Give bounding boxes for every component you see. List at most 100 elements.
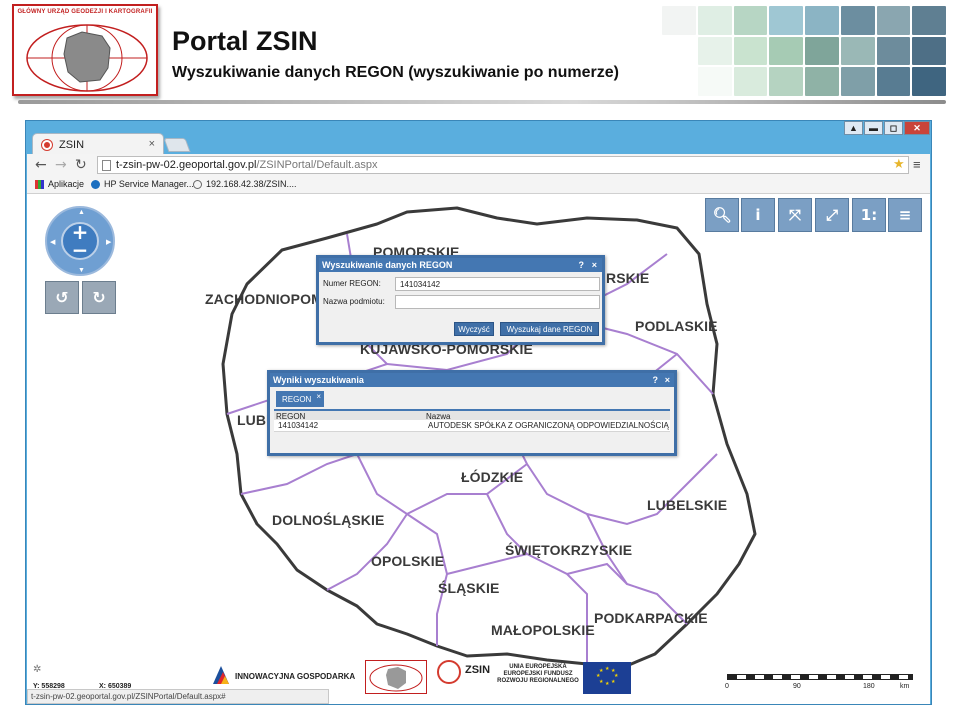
close-window-button[interactable]: ✕ [904, 121, 930, 135]
innowacyjna-gospodarka-logo-icon [211, 664, 231, 686]
logo-text: GŁÓWNY URZĄD GEODEZJI I KARTOGRAFII [17, 9, 153, 15]
status-bar-url: t-zsin-pw-02.geoportal.gov.pl/ZSINPortal… [27, 689, 329, 704]
eu-flag-icon: ★ ★ ★ ★ ★ ★ ★ ★ [583, 662, 631, 694]
scale-button[interactable]: 1: [852, 198, 886, 232]
search-regon-button[interactable]: Wyszukaj dane REGON [500, 322, 599, 336]
region-swietokrzyskie: ŚWIĘTOKRZYSKIE [505, 542, 633, 558]
bookmark-label: Aplikacje [48, 179, 85, 189]
rotate-right-button[interactable]: ↻ [82, 281, 116, 314]
dialog-body: Numer REGON: 141034142 Nazwa podmiotu: W… [319, 272, 602, 342]
dialog-titlebar: Wyniki wyszukiwania ? × [270, 373, 674, 387]
minimize-button[interactable]: ▬ [864, 121, 883, 135]
innowacyjna-gospodarka-text: INNOWACYJNA GOSPODARKA [235, 672, 356, 681]
region-podlaskie: PODLASKIE [635, 318, 718, 334]
scale-label: 90 [793, 683, 801, 690]
close-icon[interactable]: × [592, 260, 597, 270]
clear-button[interactable]: Wyczyść [454, 322, 494, 336]
pan-left-icon[interactable]: ◀ [50, 238, 55, 246]
pan-down-icon[interactable]: ▼ [78, 267, 85, 274]
tab-close-icon[interactable]: × [149, 138, 155, 150]
back-arrow-icon[interactable]: ← [35, 157, 47, 173]
help-icon[interactable]: ? [579, 260, 585, 270]
url-host: t-zsin-pw-02.geoportal.gov.pl [116, 159, 257, 171]
pan-zoom-control[interactable]: ▲ ▼ ◀ ▶ + − [45, 206, 115, 276]
close-icon[interactable]: × [665, 375, 670, 385]
table-row[interactable]: 141034142 AUTODESK SPÓŁKA Z OGRANICZONĄ … [274, 420, 670, 432]
tab-title: ZSIN [59, 139, 85, 151]
regon-input[interactable]: 141034142 [395, 277, 600, 291]
tab-close-icon[interactable]: × [316, 392, 321, 401]
url-path: /ZSINPortal/Default.aspx [256, 159, 378, 171]
dialog-body: REGON × REGON Nazwa 141034142 AUTODESK S… [270, 387, 674, 453]
tab-regon[interactable]: REGON × [276, 391, 324, 407]
info-tool-button[interactable]: i [741, 198, 775, 232]
scale-label: km [900, 683, 910, 690]
hp-icon [91, 179, 100, 189]
cell-regon: 141034142 [278, 421, 319, 430]
regon-search-dialog: Wyszukiwanie danych REGON ? × Numer REGO… [316, 255, 605, 345]
zsin-favicon-icon [42, 140, 52, 150]
profile-button[interactable]: ▲ [844, 121, 863, 135]
svg-text:★: ★ [611, 679, 616, 685]
eu-fund-text: UNIA EUROPEJSKA EUROPEJSKI FUNDUSZ ROZWO… [497, 664, 579, 684]
scale-label: 0 [725, 683, 729, 690]
bookmark-label: 192.168.42.38/ZSIN.... [206, 179, 297, 189]
scale-label: 180 [863, 683, 875, 690]
zsin-logo-text: ZSIN [465, 664, 491, 676]
search-page-icon [193, 179, 202, 189]
bookmark-label: HP Service Manager... [104, 179, 194, 189]
regon-label: Numer REGON: [323, 279, 381, 288]
search-tool-button[interactable]: 🔍︎ [705, 198, 739, 232]
scale-bar [727, 674, 913, 680]
browser-menu-icon[interactable]: ≡ [913, 157, 921, 172]
map-viewport[interactable]: POMORSKIE ZACHODNIOPOM RSKIE PODLASKIE K… [27, 194, 930, 704]
region-lubelskie: LUBELSKIE [647, 497, 728, 513]
slide-subtitle: Wyszukiwanie danych REGON (wyszukiwanie … [172, 64, 619, 81]
search-results-dialog: Wyniki wyszukiwania ? × REGON × REGON Na… [267, 370, 677, 456]
pan-right-icon[interactable]: ▶ [106, 238, 111, 246]
tab-label: REGON [282, 395, 312, 404]
region-warminsko-mazurskie: RSKIE [606, 270, 650, 286]
zoom-out-button[interactable]: − [63, 240, 97, 260]
bookmark-star-icon[interactable]: ★ [893, 156, 905, 172]
bookmarks-bar: Aplikacje HP Service Manager... 192.168.… [27, 176, 930, 194]
fullscreen-button[interactable]: ⤢ [815, 198, 849, 232]
header-divider [18, 100, 946, 104]
dialog-titlebar: Wyszukiwanie danych REGON ? × [319, 258, 602, 272]
svg-text:★: ★ [605, 666, 610, 672]
gugik-small-logo [365, 660, 427, 694]
gugik-logo: GŁÓWNY URZĄD GEODEZJI I KARTOGRAFII [12, 4, 158, 96]
help-icon[interactable]: ? [653, 375, 659, 385]
pan-up-icon[interactable]: ▲ [78, 209, 85, 216]
svg-text:★: ★ [605, 681, 610, 687]
slide-title: Portal ZSIN [172, 26, 318, 56]
name-label: Nazwa podmiotu: [323, 297, 385, 306]
region-zachodniopomorskie: ZACHODNIOPOM [205, 291, 323, 307]
full-extent-button[interactable]: ⤧ [778, 198, 812, 232]
menu-button[interactable]: ≡ [888, 198, 922, 232]
rotate-left-button[interactable]: ↺ [45, 281, 79, 314]
svg-text:★: ★ [599, 668, 604, 674]
results-table-header: REGON Nazwa [274, 409, 670, 421]
region-opolskie: OPOLSKIE [371, 553, 445, 569]
poland-outline-logo-icon [26, 24, 148, 92]
slide: GŁÓWNY URZĄD GEODEZJI I KARTOGRAFII Port… [0, 0, 960, 720]
new-tab-button[interactable] [163, 138, 191, 152]
region-podkarpackie: PODKARPACKIE [594, 610, 708, 626]
bookmark-apps[interactable]: Aplikacje [35, 179, 84, 189]
name-input[interactable] [395, 295, 600, 309]
region-lodzkie: ŁÓDZKIE [461, 469, 524, 485]
dialog-title: Wyszukiwanie danych REGON [322, 260, 453, 270]
reload-icon[interactable]: ↻ [75, 157, 87, 173]
forward-arrow-icon[interactable]: → [55, 157, 67, 173]
tab-zsin[interactable]: ZSIN × [32, 133, 164, 155]
browser-toolbar: ← → ↻ t-zsin-pw-02.geoportal.gov.pl/ZSIN… [27, 154, 930, 176]
region-dolnoslaskie: DOLNOŚLĄSKIE [272, 512, 385, 528]
bookmark-hp-service-manager[interactable]: HP Service Manager... [91, 179, 194, 189]
maximize-button[interactable]: ◻ [884, 121, 903, 135]
bookmark-zsin-ip[interactable]: 192.168.42.38/ZSIN.... [193, 179, 297, 189]
satellite-mosaic-image [662, 6, 946, 96]
address-bar[interactable]: t-zsin-pw-02.geoportal.gov.pl/ZSINPortal… [97, 156, 909, 174]
region-slaskie: ŚLĄSKIE [438, 580, 500, 596]
browser-window: ▲ ▬ ◻ ✕ ZSIN × ← → ↻ t-zsin-pw-02.geopor… [25, 120, 932, 705]
